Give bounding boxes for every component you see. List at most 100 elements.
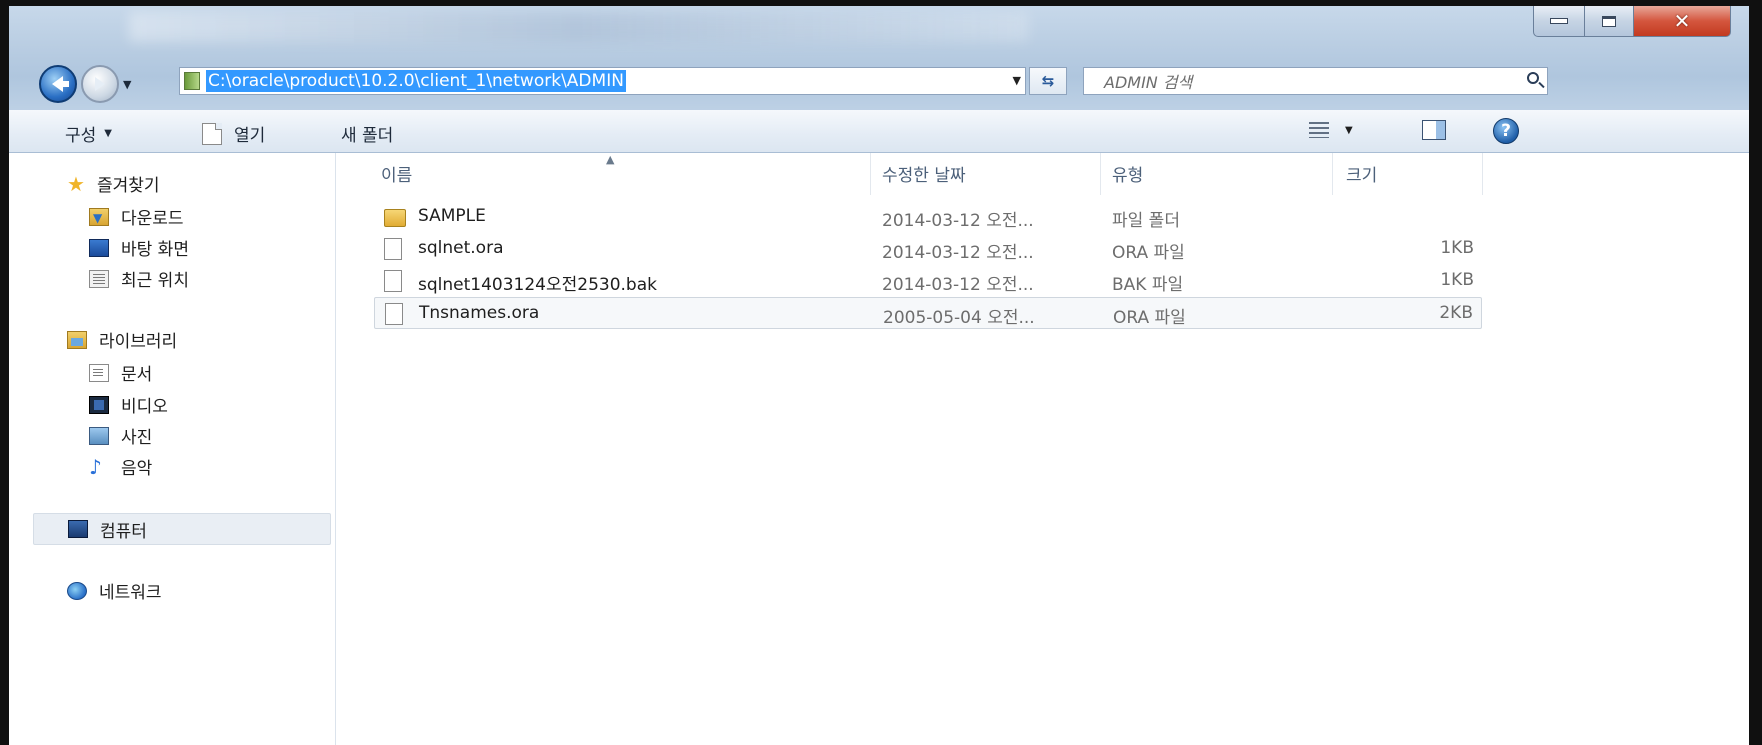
download-folder-icon <box>89 207 109 226</box>
file-row[interactable]: sqlnet.ora 2014-03-12 오전... ORA 파일 1KB <box>374 233 1482 265</box>
sidebar-item-label: 즐겨찾기 <box>97 176 160 196</box>
music-icon: ♪ <box>89 454 102 479</box>
file-size: 2KB <box>1439 303 1473 323</box>
file-row[interactable]: sqlnet1403124오전2530.bak 2014-03-12 오전...… <box>374 265 1482 297</box>
file-size: 1KB <box>1440 238 1474 258</box>
new-folder-label: 새 폴더 <box>341 126 394 146</box>
address-bar[interactable]: C:\oracle\product\10.2.0\client_1\networ… <box>179 67 1026 95</box>
file-type: ORA 파일 <box>1112 243 1185 263</box>
address-path[interactable]: C:\oracle\product\10.2.0\client_1\networ… <box>206 70 626 92</box>
file-date: 2014-03-12 오전... <box>882 243 1034 263</box>
sidebar-item-label: 네트워크 <box>99 583 162 603</box>
column-header-size[interactable]: 크기 <box>1346 161 1377 186</box>
sidebar-item-recent-places[interactable]: 최근 위치 <box>89 266 189 291</box>
preview-pane-icon[interactable] <box>1422 120 1446 140</box>
file-date: 2014-03-12 오전... <box>882 275 1034 295</box>
sidebar-item-label: 바탕 화면 <box>121 240 189 260</box>
search-input[interactable]: ADMIN 검색 <box>1104 69 1192 93</box>
sidebar-item-pictures[interactable]: 사진 <box>89 423 152 448</box>
file-type: 파일 폴더 <box>1112 211 1180 231</box>
help-icon[interactable]: ? <box>1493 118 1519 144</box>
file-icon <box>384 270 402 292</box>
file-name: Tnsnames.ora <box>419 303 540 323</box>
column-header-name[interactable]: 이름 <box>381 161 412 186</box>
maximize-button[interactable] <box>1585 6 1634 37</box>
file-name: sqlnet.ora <box>418 238 504 258</box>
forward-button[interactable] <box>81 65 119 103</box>
open-button[interactable]: 열기 <box>202 121 265 146</box>
recent-places-icon <box>89 269 109 288</box>
new-folder-button[interactable]: 새 폴더 <box>341 121 393 146</box>
chevron-down-icon: ▼ <box>1345 124 1353 136</box>
sidebar-item-label: 사진 <box>121 428 153 448</box>
file-date: 2014-03-12 오전... <box>882 211 1034 231</box>
minimize-button[interactable] <box>1533 6 1585 37</box>
sidebar-item-favorites[interactable]: ★ 즐겨찾기 <box>67 171 160 197</box>
star-icon: ★ <box>67 171 85 196</box>
file-icon <box>385 303 403 325</box>
folder-icon <box>384 209 406 227</box>
file-type: BAK 파일 <box>1112 275 1184 295</box>
command-bar: 구성 ▼ 열기 새 폴더 ▼ ? <box>9 110 1749 153</box>
address-dropdown-icon[interactable]: ▼ <box>1013 74 1021 87</box>
organize-label: 구성 <box>65 126 97 146</box>
back-arrow-icon <box>51 76 69 92</box>
sidebar-item-documents[interactable]: 문서 <box>89 360 152 385</box>
column-divider[interactable] <box>1100 153 1101 195</box>
network-icon <box>67 581 87 600</box>
file-row[interactable]: SAMPLE 2014-03-12 오전... 파일 폴더 <box>374 201 1482 233</box>
maximize-icon <box>1602 15 1616 27</box>
sidebar-item-music[interactable]: ♪ 음악 <box>89 454 153 480</box>
folder-location-icon <box>184 72 200 90</box>
sidebar-item-label: 비디오 <box>121 397 168 417</box>
search-icon[interactable] <box>1527 72 1539 84</box>
file-icon <box>384 238 402 260</box>
minimize-icon <box>1550 18 1568 24</box>
search-box[interactable]: ADMIN 검색 <box>1083 67 1548 95</box>
file-name: SAMPLE <box>418 206 486 226</box>
file-row-selected[interactable]: Tnsnames.ora 2005-05-04 오전... ORA 파일 2KB <box>374 297 1482 329</box>
close-icon: ✕ <box>1673 9 1691 33</box>
sidebar-item-desktop[interactable]: 바탕 화면 <box>89 235 189 260</box>
sidebar-item-downloads[interactable]: 다운로드 <box>89 204 184 229</box>
file-name: sqlnet1403124오전2530.bak <box>418 275 657 295</box>
sidebar-item-libraries[interactable]: 라이브러리 <box>67 327 177 352</box>
column-header-type[interactable]: 유형 <box>1112 161 1143 186</box>
sidebar-item-videos[interactable]: 비디오 <box>89 392 168 417</box>
sidebar-item-network[interactable]: 네트워크 <box>67 578 162 603</box>
file-list-pane: ▲ 이름 수정한 날짜 유형 크기 SAMPLE 2014-03-12 오전..… <box>336 153 1749 745</box>
sort-ascending-icon: ▲ <box>606 153 615 166</box>
organize-button[interactable]: 구성 ▼ <box>65 121 112 146</box>
column-divider[interactable] <box>870 153 871 195</box>
column-header-date[interactable]: 수정한 날짜 <box>882 161 966 186</box>
title-bar <box>129 12 1029 42</box>
window-controls: ✕ <box>1533 6 1731 38</box>
change-view-button[interactable]: ▼ <box>1309 122 1353 138</box>
video-icon <box>89 395 109 414</box>
window-chrome: ✕ ▼ C:\oracle\product\10.2.0\client_1\ne… <box>9 6 1749 124</box>
file-date: 2005-05-04 오전... <box>883 308 1035 328</box>
recent-pages-dropdown[interactable]: ▼ <box>123 78 137 91</box>
sidebar-item-label: 다운로드 <box>121 209 184 229</box>
forward-arrow-icon <box>95 77 105 91</box>
desktop-icon <box>89 238 109 257</box>
libraries-icon <box>67 330 87 349</box>
column-divider[interactable] <box>1332 153 1333 195</box>
sidebar-item-label: 음악 <box>121 459 153 479</box>
sidebar-item-label: 최근 위치 <box>121 271 189 291</box>
file-type: ORA 파일 <box>1113 308 1186 328</box>
view-options-icon <box>1309 122 1329 138</box>
open-label: 열기 <box>234 126 266 146</box>
sidebar-item-computer[interactable]: 컴퓨터 <box>33 513 331 545</box>
navigation-buttons: ▼ <box>39 64 137 104</box>
refresh-icon: ⇆ <box>1041 72 1055 90</box>
sidebar-item-label: 문서 <box>121 365 153 385</box>
sidebar-item-label: 컴퓨터 <box>100 521 147 542</box>
refresh-button[interactable]: ⇆ <box>1029 67 1067 95</box>
computer-icon <box>68 520 88 538</box>
back-button[interactable] <box>39 65 77 103</box>
chevron-down-icon: ▼ <box>104 128 112 139</box>
close-button[interactable]: ✕ <box>1634 6 1731 37</box>
open-file-icon <box>202 122 222 145</box>
column-divider[interactable] <box>1482 153 1483 195</box>
